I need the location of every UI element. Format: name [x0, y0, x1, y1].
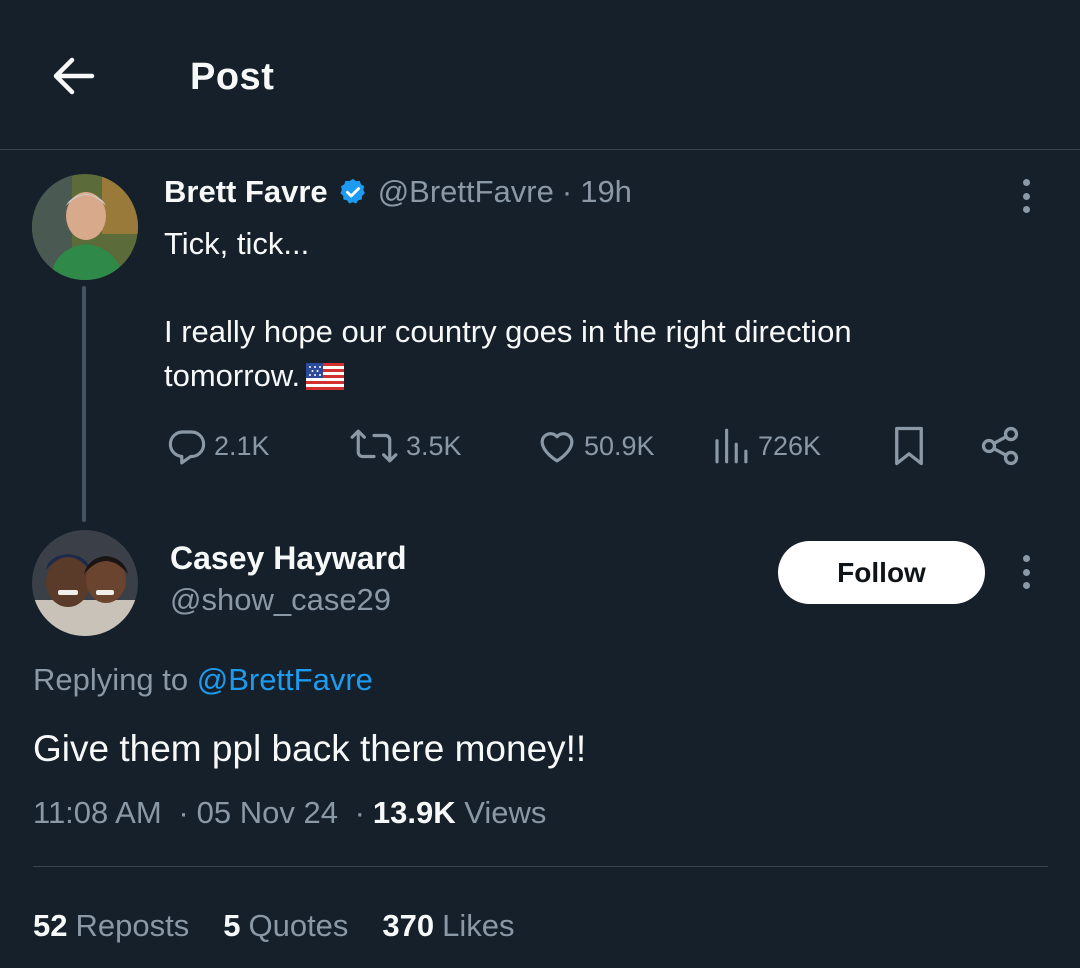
- share-button[interactable]: [978, 420, 1028, 472]
- reply-time[interactable]: 11:08 AM: [33, 795, 162, 830]
- tweet-line: I really hope our country goes in the ri…: [164, 314, 852, 349]
- repost-button[interactable]: 3.5K: [348, 420, 462, 472]
- divider: [33, 866, 1048, 867]
- tweet-line: tomorrow.: [164, 358, 301, 393]
- post-page: Post Brett Favre @BrettFavre · 19h Tick,…: [0, 0, 1080, 968]
- reply-icon: [168, 430, 206, 465]
- reply-author-avatar[interactable]: [32, 530, 138, 636]
- reply-views-label: Views: [464, 795, 547, 830]
- quotes-label: Quotes: [248, 908, 349, 943]
- more-options-icon[interactable]: [1011, 550, 1041, 594]
- engagement-stats: 52 Reposts 5 Quotes 370 Likes: [33, 908, 549, 944]
- view-count: 726K: [758, 430, 822, 461]
- separator-dot: ·: [178, 795, 189, 830]
- parent-timestamp[interactable]: 19h: [580, 174, 632, 210]
- reply-author-handle[interactable]: @show_case29: [170, 582, 391, 618]
- reply-date[interactable]: 05 Nov 24: [197, 795, 338, 830]
- reply-button[interactable]: 2.1K: [166, 420, 270, 472]
- repost-count: 3.5K: [406, 430, 462, 461]
- analytics-bars-icon: [715, 428, 748, 464]
- tweet-action-bar: 2.1K 3.5K 50.9K 726K: [164, 420, 1034, 472]
- parent-author-row: Brett Favre @BrettFavre · 19h: [164, 172, 632, 212]
- verified-badge-icon: [338, 177, 368, 207]
- reposts-label: Reposts: [75, 908, 190, 943]
- page-title: Post: [190, 56, 275, 98]
- us-flag-icon: [306, 358, 345, 402]
- parent-author-handle[interactable]: @BrettFavre: [378, 174, 554, 210]
- separator-dot: ·: [354, 795, 365, 830]
- more-options-icon[interactable]: [1011, 174, 1041, 218]
- like-button[interactable]: 50.9K: [536, 420, 655, 472]
- repost-icon: [350, 429, 398, 463]
- bookmark-icon: [895, 426, 923, 466]
- like-count: 50.9K: [584, 430, 655, 461]
- replying-to-handle[interactable]: @BrettFavre: [197, 662, 373, 697]
- separator-dot: ·: [561, 174, 573, 209]
- reply-text: Give them ppl back there money!!: [33, 728, 587, 769]
- likes-stat[interactable]: 370 Likes: [382, 908, 514, 944]
- follow-button[interactable]: Follow: [778, 541, 985, 604]
- parent-author-name[interactable]: Brett Favre: [164, 174, 328, 210]
- quotes-stat[interactable]: 5 Quotes: [223, 908, 348, 944]
- reposts-count: 52: [33, 908, 68, 943]
- reply-author-name[interactable]: Casey Hayward: [170, 540, 407, 577]
- replying-to-label: Replying to: [33, 662, 189, 697]
- reply-meta: 11:08 AM · 05 Nov 24 · 13.9K Views: [33, 795, 546, 831]
- bookmark-button[interactable]: [888, 420, 936, 472]
- likes-label: Likes: [442, 908, 515, 943]
- replying-to-line: Replying to @BrettFavre: [33, 662, 373, 698]
- reposts-stat[interactable]: 52 Reposts: [33, 908, 189, 944]
- author-avatar[interactable]: [32, 174, 138, 280]
- tweet-line-with-emoji: tomorrow.: [164, 354, 1024, 402]
- thread-connector: [82, 286, 86, 522]
- views-button[interactable]: 726K: [710, 420, 821, 472]
- heart-icon: [540, 432, 574, 463]
- share-icon: [981, 426, 1019, 466]
- parent-tweet-text: Tick, tick... I really hope our country …: [164, 222, 1024, 402]
- likes-count: 370: [382, 908, 435, 943]
- reply-views-count: 13.9K: [372, 795, 456, 830]
- top-header: Post: [0, 0, 1080, 150]
- quotes-count: 5: [223, 908, 241, 943]
- back-arrow-icon[interactable]: [48, 52, 100, 100]
- reply-count: 2.1K: [214, 430, 270, 461]
- tweet-line: Tick, tick...: [164, 226, 310, 261]
